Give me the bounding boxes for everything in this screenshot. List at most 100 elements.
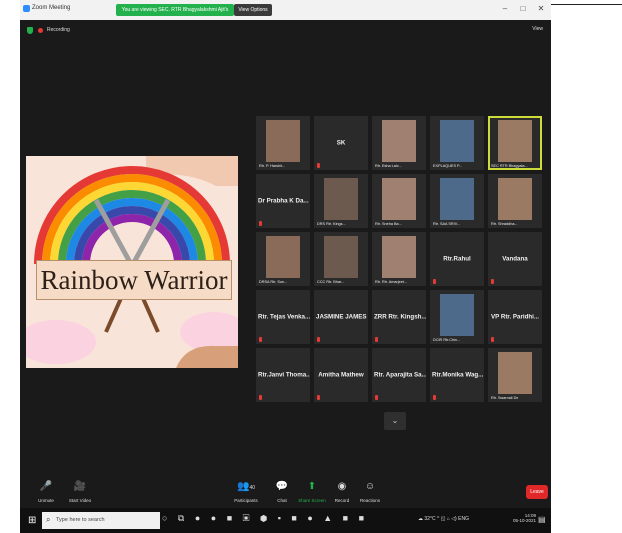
participant-video [498,352,532,394]
participants-count: 40 [249,485,255,491]
participant-caption: Rtr. P. Harshit... [259,164,286,168]
participant-name: ZRR Rtr. Kingsh... [374,313,426,321]
participants-button[interactable]: 👥40 Participants [226,478,266,503]
start-video-label: Start Video [68,498,92,503]
participant-tile[interactable]: VP Rtr. Paridhi... [488,290,542,344]
search-icon: ⌕ [46,515,51,524]
participant-video [382,236,416,278]
participant-tile[interactable]: Vandana [488,232,542,286]
leave-button[interactable]: Leave [526,485,548,499]
clock-date: 05-10-2021 [513,518,537,523]
participant-tile[interactable]: Rtr. Swarnali De [488,348,542,402]
participant-tile[interactable]: Rtr.Monika Wag... [430,348,484,402]
viewing-banner: You are viewing SEC. RTR Bhagyalakshmi A… [116,4,234,25]
participant-name: Dr Prabha K Da... [258,197,309,205]
rainbow-warrior-title: Rainbow Warrior [36,260,232,300]
view-button[interactable]: View [532,26,543,32]
meeting-area: Recording View Rainbow Warrior Rtr. P. H… [20,20,551,478]
participant-video [266,236,300,278]
participant-video [266,120,300,162]
zoom-logo-icon [23,5,30,12]
muted-mic-icon [259,337,262,342]
participant-tile[interactable]: Amitha Mathew [314,348,368,402]
reactions-icon: ☺ [364,481,376,492]
participant-video [498,178,532,220]
participant-name: VP Rtr. Paridhi... [490,313,540,321]
muted-mic-icon [375,395,378,400]
gallery-next-button[interactable]: ⌄ [384,412,406,430]
start-video-button[interactable]: 🎥 Start Video [60,478,100,503]
participant-video [440,294,474,336]
recording-label: Recording [47,27,70,33]
outer-rule [551,4,622,5]
temperature-readout: 32°C [424,516,436,522]
participant-tile[interactable]: Rtr. Sneha Ba... [372,174,426,228]
participant-tile[interactable]: Dr Prabha K Da... [256,174,310,228]
participant-tile[interactable]: Rtr. Tejas Venka... [256,290,310,344]
participant-video [324,178,358,220]
taskbar-search-box[interactable]: ⌕ Type here to search [42,512,160,529]
taskbar-clock[interactable]: 14:09 05-10-2021 [513,513,536,523]
participant-name: SK [336,139,346,147]
tray-icons: ^ ◱ ⌂ ◁) [436,516,457,522]
participant-caption: Rtr. Swarnali De [491,396,519,400]
close-button[interactable]: ✕ [534,4,548,13]
participant-video [382,178,416,220]
muted-mic-icon [433,279,436,284]
participant-name: Vandana [502,255,528,263]
muted-mic-icon [491,279,494,284]
participant-name: Amitha Mathew [318,371,364,379]
participant-tile[interactable]: SK [314,116,368,170]
reactions-label: Reactions [359,498,380,503]
participant-video [440,178,474,220]
participant-tile[interactable]: SEC RTR Bhagyala... [488,116,542,170]
title-bar: Zoom Meeting You are viewing SEC. RTR Bh… [20,0,551,25]
view-options-button[interactable]: View Options [234,4,272,16]
participant-tile[interactable]: Rtr. SAA SRIV... [430,174,484,228]
minimize-button[interactable]: – [498,4,512,13]
participant-name: Rtr. Aparajita Sa... [374,371,426,379]
participant-caption: SEC RTR Bhagyala... [491,164,528,168]
muted-mic-icon [433,395,436,400]
participant-tile[interactable]: JASMINE JAMES [314,290,368,344]
security-shield-icon [27,27,33,34]
weather-icon: ☁ [418,516,423,522]
system-tray: ☁ 32°C ^ ◱ ⌂ ◁) ENG [418,516,469,522]
participant-video [498,120,532,162]
participant-caption: Rtr. Sneha Ba... [375,222,402,226]
participant-tile[interactable]: Rtr. Shraddha... [488,174,542,228]
participant-tile[interactable]: EXPLAQUES P... [430,116,484,170]
participant-name: Rtr.Janvi Thoma... [258,371,310,379]
muted-mic-icon [317,163,320,168]
reactions-button[interactable]: ☺ Reactions [350,478,390,503]
participant-tile[interactable]: CCC Rtr. Bhar... [314,232,368,286]
participant-name: Rtr.Monika Wag... [432,371,484,379]
participant-tile[interactable]: ZRR Rtr. Kingsh... [372,290,426,344]
participant-caption: Rtr. SAA SRIV... [433,222,461,226]
participant-caption: CCC Rtr. Bhar... [317,280,345,284]
participant-tile[interactable]: Rtr. Aparajita Sa... [372,348,426,402]
participants-label: Participants [234,498,258,503]
muted-mic-icon [491,337,494,342]
participant-tile[interactable]: Rtr. Esha Lalc... [372,116,426,170]
participant-tile[interactable]: DRSA Rtr. Sun... [256,232,310,286]
participant-video [324,236,358,278]
windows-start-icon[interactable]: ⊞ [28,515,39,526]
maximize-button[interactable]: □ [516,4,530,13]
participant-tile[interactable]: DRS Rtr. Kings... [314,174,368,228]
participant-name: JASMINE JAMES [316,313,367,321]
participant-tile[interactable]: Rtr. P. Harshit... [256,116,310,170]
participant-video [440,120,474,162]
video-off-icon: 🎥 [73,481,87,492]
participant-tile[interactable]: Rtr.Rahul [430,232,484,286]
language-indicator[interactable]: ENG [458,516,469,522]
muted-mic-icon [317,395,320,400]
participant-tile[interactable]: DCIR Rtr.Chin... [430,290,484,344]
recording-dot-icon [38,28,43,33]
participant-tile[interactable]: Rtr. Rtr. Amarjeet... [372,232,426,286]
muted-mic-icon [317,337,320,342]
notification-icon[interactable]: ▤ [538,515,546,524]
zoom-window: Zoom Meeting You are viewing SEC. RTR Bh… [20,0,551,533]
taskbar-app-icons[interactable]: ○ ⧉ ● ● ■ ▣ ⬢ ▪ ■ ● ▲ ■ ■ [162,513,368,524]
participant-tile[interactable]: Rtr.Janvi Thoma... [256,348,310,402]
